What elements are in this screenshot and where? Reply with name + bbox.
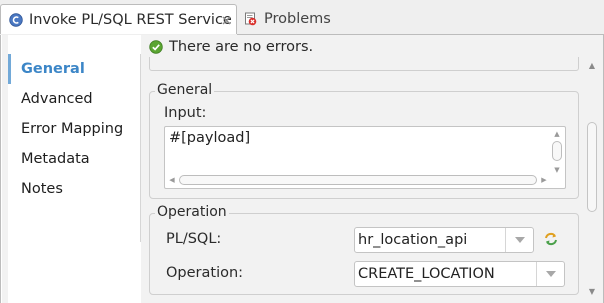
tab-bar: Invoke PL/SQL REST Service Problems — [0, 0, 604, 36]
sidebar-item-notes[interactable]: Notes — [8, 174, 141, 204]
status-message: There are no errors. — [149, 37, 313, 57]
tab-label: Problems — [264, 11, 331, 27]
scroll-left-arrow-icon[interactable]: ◀ — [167, 175, 177, 185]
scroll-right-arrow-icon[interactable]: ▶ — [539, 175, 549, 185]
scroll-down-arrow-icon[interactable]: ▼ — [587, 287, 597, 297]
operation-label: Operation: — [166, 265, 244, 281]
problems-icon — [244, 12, 258, 26]
operation-value: CREATE_LOCATION — [358, 266, 495, 282]
refresh-icon[interactable] — [543, 231, 559, 247]
operation-group: Operation PL/SQL: hr_location_api Operat… — [149, 204, 579, 295]
panel-scroll-thumb[interactable] — [587, 122, 597, 212]
general-group: General Input: #[payload] ▲ ▼ ◀ ▶ — [149, 82, 579, 199]
sidebar-item-metadata[interactable]: Metadata — [8, 144, 141, 174]
textarea-vertical-scrollbar[interactable]: ▲ ▼ — [551, 129, 563, 175]
textarea-horizontal-thumb[interactable] — [179, 175, 537, 185]
editor-window: Invoke PL/SQL REST Service Problems Gene… — [0, 0, 604, 303]
tab-invoke-plsql[interactable]: Invoke PL/SQL REST Service — [0, 4, 237, 34]
textarea-vertical-thumb[interactable] — [552, 141, 562, 161]
plsql-value: hr_location_api — [358, 232, 468, 248]
sidebar-item-advanced[interactable]: Advanced — [8, 84, 141, 114]
component-icon — [9, 12, 23, 27]
textarea-horizontal-scrollbar[interactable]: ◀ ▶ — [167, 174, 551, 186]
scroll-down-arrow-icon[interactable]: ▼ — [552, 165, 562, 175]
general-group-title: General — [155, 82, 215, 98]
scroll-up-arrow-icon[interactable]: ▲ — [552, 129, 562, 139]
sidebar-item-error-mapping[interactable]: Error Mapping — [8, 114, 141, 144]
status-text: There are no errors. — [169, 39, 314, 55]
plsql-label: PL/SQL: — [166, 231, 222, 247]
input-label: Input: — [164, 105, 207, 121]
input-textarea[interactable]: #[payload] ▲ ▼ ◀ ▶ — [164, 126, 566, 189]
input-value[interactable]: #[payload] — [169, 130, 250, 146]
chevron-down-icon[interactable] — [536, 262, 564, 286]
scroll-up-arrow-icon[interactable]: ▲ — [587, 61, 597, 71]
operation-combo[interactable]: CREATE_LOCATION — [354, 261, 565, 287]
properties-panel: There are no errors. General Input: #[pa… — [141, 35, 603, 303]
sidebar: General Advanced Error Mapping Metadata … — [8, 54, 141, 242]
tab-label: Invoke PL/SQL REST Service — [29, 11, 232, 28]
tab-problems[interactable]: Problems — [240, 4, 331, 34]
check-circle-icon — [149, 40, 163, 54]
chevron-down-icon[interactable] — [505, 228, 533, 252]
panel-vertical-scrollbar[interactable]: ▲ ▼ — [584, 37, 600, 299]
editor-body: General Advanced Error Mapping Metadata … — [0, 35, 604, 303]
plsql-combo[interactable]: hr_location_api — [354, 227, 534, 253]
close-icon[interactable] — [221, 14, 232, 25]
operation-group-title: Operation — [155, 204, 229, 220]
status-box — [149, 57, 579, 71]
sidebar-item-general[interactable]: General — [8, 54, 141, 84]
